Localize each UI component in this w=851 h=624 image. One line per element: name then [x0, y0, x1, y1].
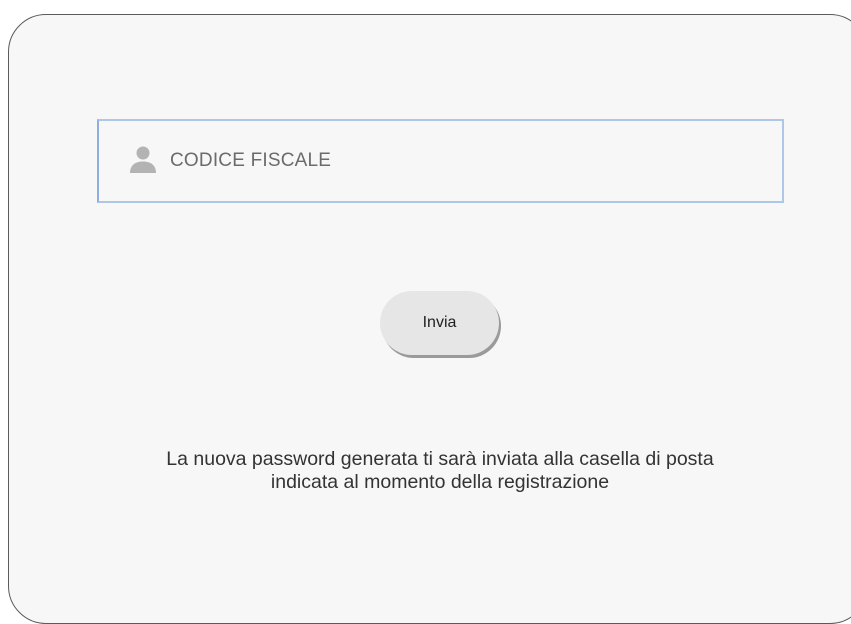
info-message: La nuova password generata ti sarà invia… — [60, 448, 820, 494]
submit-button[interactable]: Invia — [380, 291, 499, 355]
user-icon — [130, 146, 156, 173]
info-message-line-1: La nuova password generata ti sarà invia… — [166, 448, 714, 470]
fiscal-code-input[interactable] — [170, 146, 730, 176]
fiscal-code-field[interactable] — [97, 119, 784, 203]
info-message-line-2: indicata al momento della registrazione — [270, 471, 610, 493]
